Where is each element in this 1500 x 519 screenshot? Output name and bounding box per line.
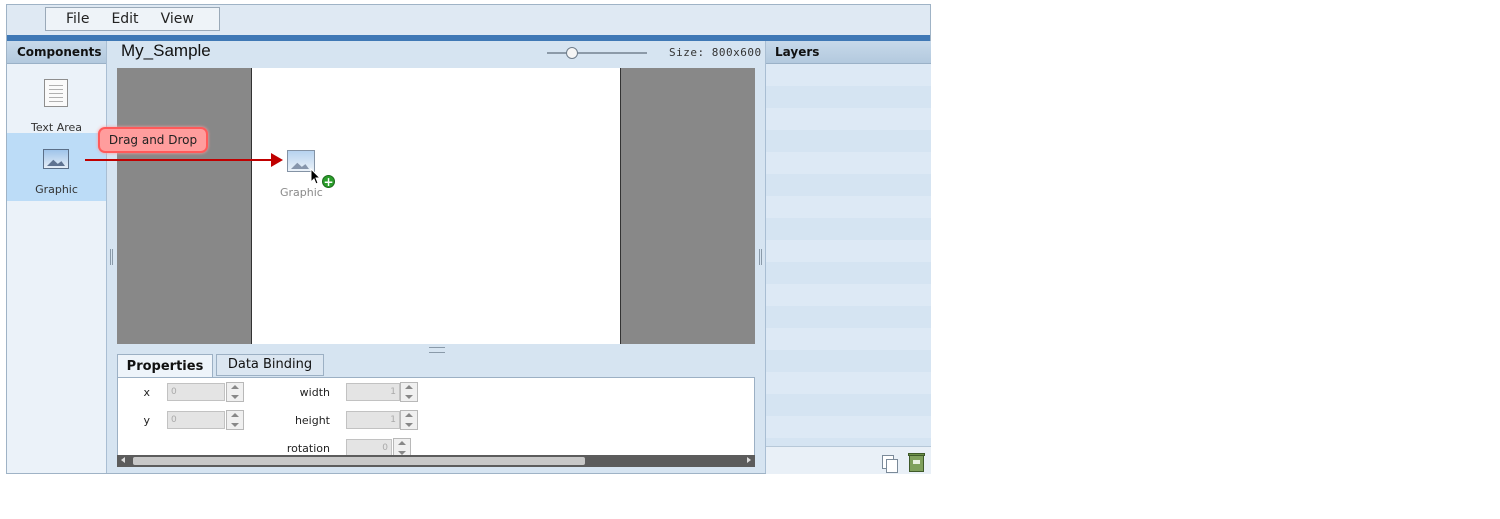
width-label: width bbox=[299, 386, 330, 399]
layer-row bbox=[766, 240, 931, 262]
layer-row bbox=[766, 328, 931, 350]
drag-arrow-head bbox=[271, 153, 283, 167]
tab-data-binding[interactable]: Data Binding bbox=[216, 354, 324, 376]
layer-row bbox=[766, 218, 931, 240]
layer-row bbox=[766, 108, 931, 130]
layer-row bbox=[766, 130, 931, 152]
y-label: y bbox=[143, 414, 150, 427]
x-field[interactable]: 0 bbox=[167, 383, 225, 401]
y-stepper[interactable] bbox=[226, 410, 244, 430]
scrollbar-thumb[interactable] bbox=[133, 457, 585, 465]
layer-row bbox=[766, 284, 931, 306]
text-area-icon bbox=[44, 79, 68, 107]
main-menu: File Edit View bbox=[45, 7, 220, 31]
component-graphic[interactable]: Graphic bbox=[7, 133, 106, 201]
zoom-slider-track[interactable] bbox=[547, 52, 647, 54]
component-text-area[interactable]: Text Area bbox=[7, 69, 106, 137]
tab-properties[interactable]: Properties bbox=[117, 354, 213, 378]
right-splitter[interactable] bbox=[759, 249, 763, 265]
components-panel: Components Text Area Graphic bbox=[7, 41, 107, 473]
layer-row bbox=[766, 350, 931, 372]
height-stepper[interactable] bbox=[400, 410, 418, 430]
width-stepper[interactable] bbox=[400, 382, 418, 402]
horizontal-scrollbar[interactable] bbox=[117, 455, 755, 467]
layer-row bbox=[766, 394, 931, 416]
layers-header: Layers bbox=[766, 41, 931, 64]
component-label: Graphic bbox=[35, 183, 78, 196]
height-field[interactable]: 1 bbox=[346, 411, 400, 429]
width-field[interactable]: 1 bbox=[346, 383, 400, 401]
delete-layer-icon[interactable] bbox=[908, 453, 925, 472]
menu-bar: File Edit View bbox=[7, 5, 930, 35]
y-field[interactable]: 0 bbox=[167, 411, 225, 429]
x-stepper[interactable] bbox=[226, 382, 244, 402]
layer-row bbox=[766, 416, 931, 438]
left-splitter[interactable] bbox=[110, 249, 114, 265]
rotation-label: rotation bbox=[286, 442, 330, 455]
drag-arrow-line bbox=[85, 159, 275, 161]
layers-panel: Layers bbox=[765, 41, 931, 474]
scroll-right-icon[interactable] bbox=[747, 457, 751, 463]
duplicate-layer-icon[interactable] bbox=[882, 455, 898, 473]
layer-row bbox=[766, 306, 931, 328]
layer-row bbox=[766, 372, 931, 394]
drag-and-drop-callout: Drag and Drop bbox=[98, 127, 208, 153]
document-title: My_Sample bbox=[121, 41, 211, 60]
layer-row bbox=[766, 196, 931, 218]
menu-file[interactable]: File bbox=[46, 11, 100, 27]
zoom-slider-handle[interactable] bbox=[566, 47, 578, 59]
canvas-size-label: Size: 800x600 bbox=[669, 46, 762, 59]
properties-panel: x 0 y 0 width 1 height 1 rotation 0 bbox=[117, 377, 755, 467]
height-label: height bbox=[294, 414, 330, 427]
scroll-left-icon[interactable] bbox=[121, 457, 125, 463]
menu-view[interactable]: View bbox=[150, 11, 205, 27]
stage-area bbox=[117, 68, 755, 344]
add-plus-icon: + bbox=[322, 175, 335, 189]
menu-edit[interactable]: Edit bbox=[100, 11, 149, 27]
components-header: Components bbox=[7, 41, 106, 64]
app-window: File Edit View Components Text Area Grap… bbox=[6, 4, 931, 474]
design-canvas[interactable] bbox=[251, 68, 621, 344]
graphic-icon bbox=[43, 149, 69, 169]
layer-row bbox=[766, 262, 931, 284]
layers-footer bbox=[766, 446, 931, 474]
layer-row bbox=[766, 64, 931, 86]
layer-row bbox=[766, 152, 931, 174]
horizontal-splitter[interactable] bbox=[429, 347, 445, 353]
layer-row bbox=[766, 86, 931, 108]
mouse-cursor-icon bbox=[310, 168, 322, 185]
layer-row bbox=[766, 174, 931, 196]
x-label: x bbox=[143, 386, 150, 399]
dragged-graphic-label: Graphic bbox=[280, 186, 323, 199]
